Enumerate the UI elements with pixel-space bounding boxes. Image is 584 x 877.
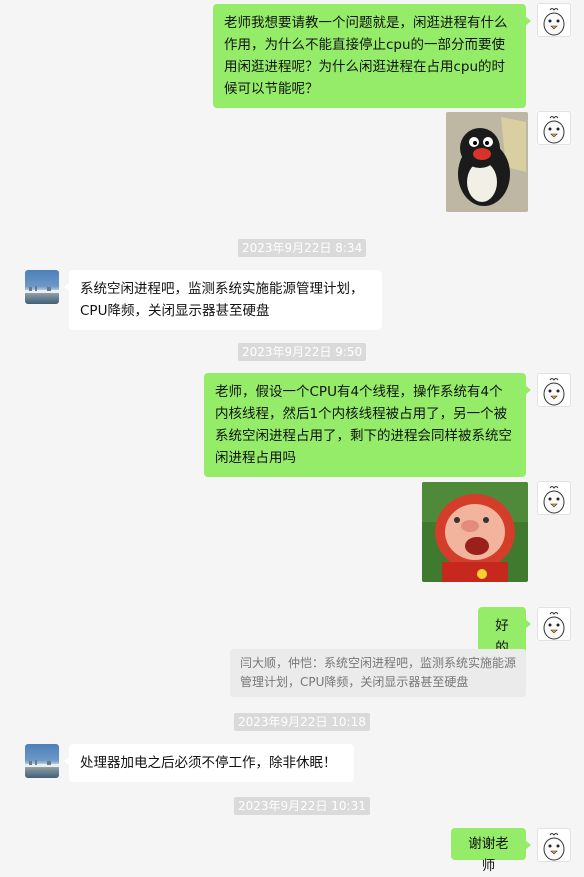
my-avatar[interactable] bbox=[537, 373, 571, 407]
timestamp: 2023年9月22日 10:18 bbox=[234, 713, 370, 731]
teacher-avatar[interactable] bbox=[25, 270, 59, 304]
cartoon-bird-icon bbox=[543, 486, 565, 514]
timestamp: 2023年9月22日 10:31 bbox=[234, 797, 370, 815]
pig-sticker[interactable] bbox=[422, 482, 528, 582]
my-avatar[interactable] bbox=[537, 607, 571, 641]
penguin-sticker[interactable] bbox=[446, 112, 528, 212]
penguin-sticker-image bbox=[446, 112, 528, 212]
message-bubble[interactable]: 谢谢老师 bbox=[451, 828, 531, 874]
message-bubble[interactable]: 老师，假设一个CPU有4个线程，操作系统有4个内核线程，然后1个内核线程被占用了… bbox=[204, 373, 531, 477]
message-bubble[interactable]: 老师我想要请教一个问题就是，闲逛进程有什么作用，为什么不能直接停止cpu的一部分… bbox=[213, 4, 531, 108]
message-bubble[interactable]: 处理器加电之后必须不停工作，除非休眠！ bbox=[64, 744, 354, 782]
my-avatar[interactable] bbox=[537, 3, 571, 37]
pig-sticker-image bbox=[422, 482, 528, 582]
cartoon-bird-icon bbox=[543, 378, 565, 406]
timestamp: 2023年9月22日 9:50 bbox=[238, 343, 367, 361]
cartoon-bird-icon bbox=[543, 833, 565, 861]
teacher-avatar[interactable] bbox=[25, 744, 59, 778]
message-bubble[interactable]: 系统空闲进程吧，监测系统实施能源管理计划，CPU降频，关闭显示器甚至硬盘 bbox=[64, 270, 382, 330]
cartoon-bird-icon bbox=[543, 612, 565, 640]
cartoon-bird-icon bbox=[543, 116, 565, 144]
my-avatar[interactable] bbox=[537, 828, 571, 862]
my-avatar[interactable] bbox=[537, 111, 571, 145]
my-avatar[interactable] bbox=[537, 481, 571, 515]
quoted-reply[interactable]: 闫大顺，仲恺：系统空闲进程吧，监测系统实施能源管理计划，CPU降频，关闭显示器甚… bbox=[230, 649, 526, 697]
timestamp: 2023年9月22日 8:34 bbox=[238, 239, 367, 257]
landscape-avatar-icon bbox=[25, 286, 59, 293]
landscape-avatar-icon bbox=[25, 760, 59, 767]
cartoon-bird-icon bbox=[543, 8, 565, 36]
